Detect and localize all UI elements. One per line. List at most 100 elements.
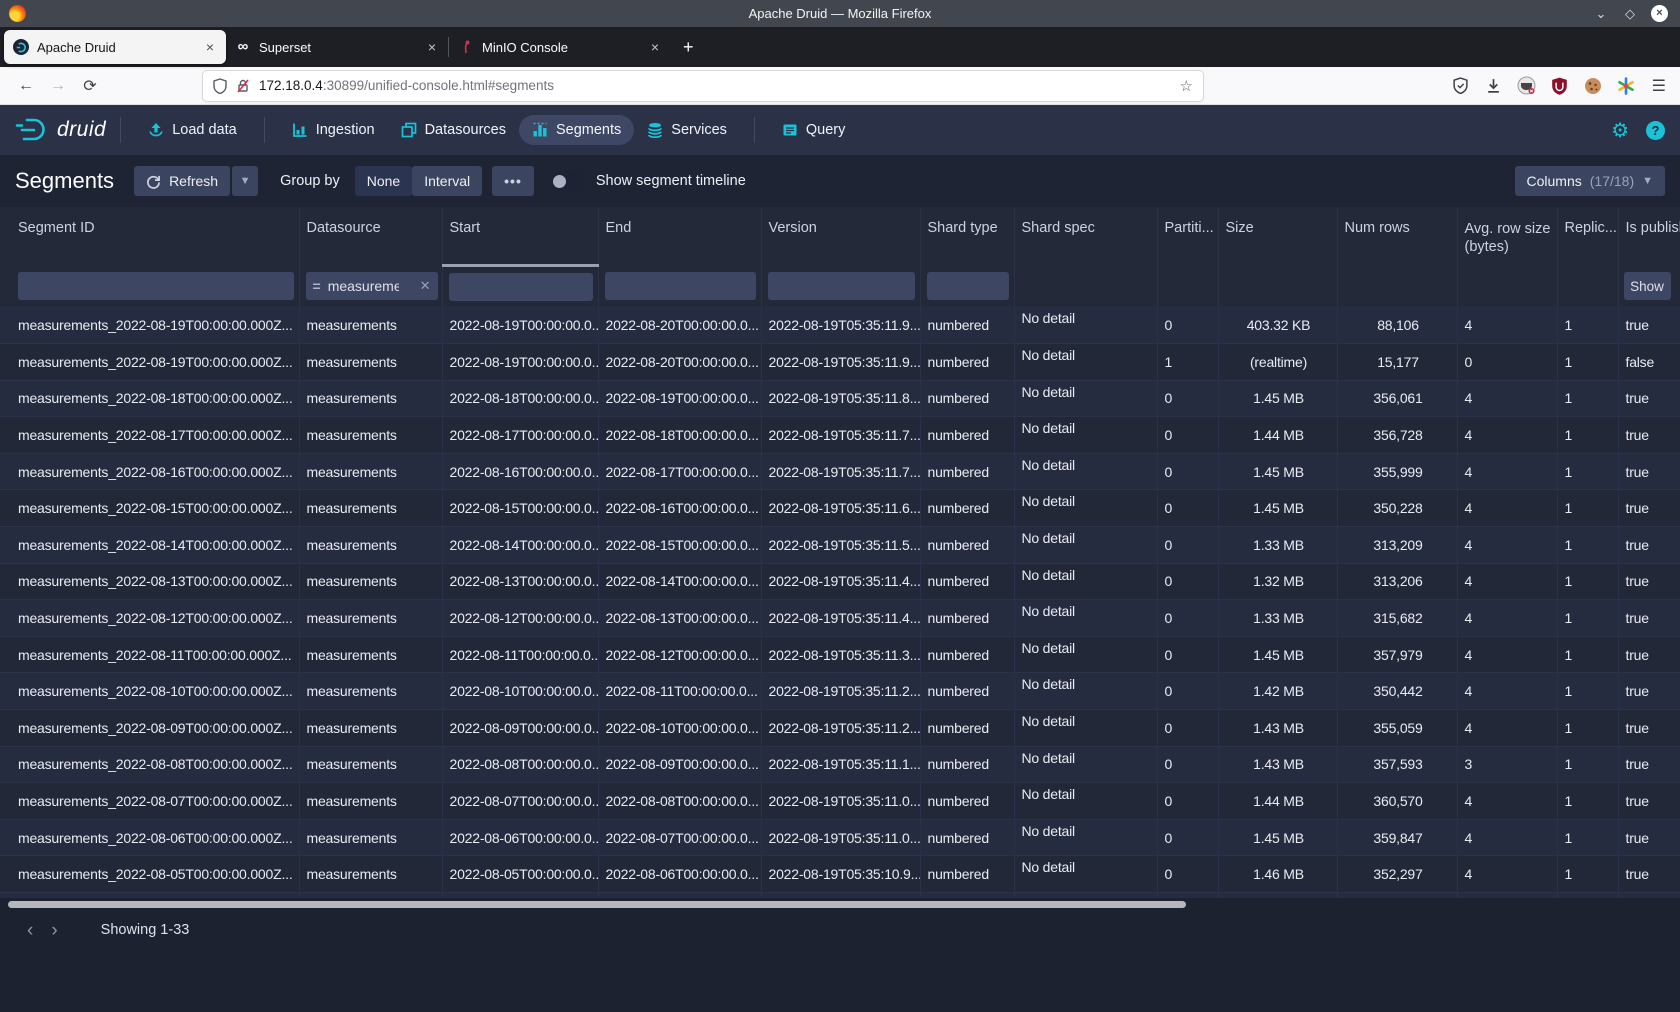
cell-start[interactable]: 2022-08-10T00:00:00.0... <box>442 673 598 710</box>
cell-replicas[interactable]: 1 <box>1557 856 1618 893</box>
filter-show-button-is-published[interactable]: Show <box>1624 272 1671 300</box>
tab-superset[interactable]: ∞ Superset × <box>226 30 448 64</box>
cell-version[interactable]: 2022-08-19T05:35:11.6... <box>761 490 920 527</box>
cell-start[interactable]: 2022-08-19T00:00:00.0... <box>442 307 598 344</box>
cell-num-rows[interactable]: 15,177 <box>1337 344 1457 381</box>
cell-version[interactable]: 2022-08-19T05:35:11.2... <box>761 673 920 710</box>
column-header-shard-type[interactable]: Shard type <box>920 207 1014 265</box>
cell-replicas[interactable]: 1 <box>1557 380 1618 417</box>
cookie-extension-icon[interactable] <box>1583 76 1603 96</box>
cell-num-rows[interactable]: 88,106 <box>1337 307 1457 344</box>
cell-segment-id[interactable]: measurements_2022-08-05T00:00:00.000Z... <box>0 856 299 893</box>
cell-version[interactable]: 2022-08-19T05:35:11.9... <box>761 307 920 344</box>
cell-is-published[interactable]: true <box>1618 563 1680 600</box>
druid-logo[interactable]: druid <box>15 117 106 143</box>
segment-timeline-toggle[interactable] <box>550 172 585 191</box>
cell-start[interactable]: 2022-08-17T00:00:00.0... <box>442 417 598 454</box>
cell-is-published[interactable]: true <box>1618 746 1680 783</box>
cell-partition[interactable]: 0 <box>1157 380 1218 417</box>
column-header-start[interactable]: Start <box>442 207 598 265</box>
cell-avg-row-size[interactable]: 0 <box>1457 344 1557 381</box>
nav-item-datasources[interactable]: Datasources <box>388 115 519 145</box>
cell-num-rows[interactable]: 313,206 <box>1337 563 1457 600</box>
cell-num-rows[interactable]: 356,061 <box>1337 380 1457 417</box>
cell-replicas[interactable]: 1 <box>1557 636 1618 673</box>
cell-shard-type[interactable]: numbered <box>920 783 1014 820</box>
cell-end[interactable]: 2022-08-09T00:00:00.0... <box>598 746 761 783</box>
cell-version[interactable]: 2022-08-19T05:35:11.3... <box>761 636 920 673</box>
cell-size[interactable]: 1.45 MB <box>1218 893 1337 899</box>
cell-end[interactable]: 2022-08-12T00:00:00.0... <box>598 636 761 673</box>
cell-end[interactable]: 2022-08-19T00:00:00.0... <box>598 380 761 417</box>
url-bar[interactable]: 172.18.0.4:30899/unified-console.html#se… <box>203 71 1203 101</box>
cell-segment-id[interactable]: measurements_2022-08-13T00:00:00.000Z... <box>0 563 299 600</box>
cell-start[interactable]: 2022-08-05T00:00:00.0... <box>442 856 598 893</box>
cell-datasource[interactable]: measurements <box>299 819 442 856</box>
cell-num-rows[interactable]: 360,570 <box>1337 783 1457 820</box>
cell-partition[interactable]: 0 <box>1157 856 1218 893</box>
cell-size[interactable]: 1.44 MB <box>1218 417 1337 454</box>
cell-end[interactable]: 2022-08-15T00:00:00.0... <box>598 527 761 564</box>
cell-shard-type[interactable]: numbered <box>920 380 1014 417</box>
cell-datasource[interactable]: measurements <box>299 417 442 454</box>
forward-button[interactable]: → <box>42 72 74 100</box>
cell-segment-id[interactable]: measurements_2022-08-09T00:00:00.000Z... <box>0 710 299 747</box>
cell-segment-id[interactable]: measurements_2022-08-19T00:00:00.000Z... <box>0 344 299 381</box>
cell-num-rows[interactable]: 313,209 <box>1337 527 1457 564</box>
cell-avg-row-size[interactable]: 4 <box>1457 490 1557 527</box>
filter-tag-datasource[interactable]: =measurements✕ <box>306 272 438 300</box>
cell-is-published[interactable]: true <box>1618 673 1680 710</box>
cell-avg-row-size[interactable]: 4 <box>1457 783 1557 820</box>
tab-close-icon[interactable]: × <box>648 39 662 55</box>
cell-avg-row-size[interactable]: 4 <box>1457 856 1557 893</box>
cell-segment-id[interactable]: measurements_2022-08-17T00:00:00.000Z... <box>0 417 299 454</box>
cell-replicas[interactable]: 1 <box>1557 417 1618 454</box>
cell-shard-type[interactable]: numbered <box>920 819 1014 856</box>
extension-asterisk-icon[interactable] <box>1616 76 1636 96</box>
downloads-icon[interactable] <box>1484 76 1504 96</box>
cell-avg-row-size[interactable]: 4 <box>1457 819 1557 856</box>
cell-shard-spec[interactable]: No detail <box>1014 563 1157 600</box>
cell-num-rows[interactable]: 357,979 <box>1337 636 1457 673</box>
cell-shard-spec[interactable]: No detail <box>1014 307 1157 344</box>
cell-segment-id[interactable]: measurements_2022-08-06T00:00:00.000Z... <box>0 819 299 856</box>
cell-end[interactable]: 2022-08-16T00:00:00.0... <box>598 490 761 527</box>
cell-avg-row-size[interactable]: 4 <box>1457 527 1557 564</box>
cell-datasource[interactable]: measurements <box>299 710 442 747</box>
cell-size[interactable]: 403.32 KB <box>1218 307 1337 344</box>
cell-start[interactable]: 2022-08-11T00:00:00.0... <box>442 636 598 673</box>
reload-button[interactable]: ⟳ <box>74 72 106 100</box>
cell-avg-row-size[interactable]: 4 <box>1457 380 1557 417</box>
ublock-origin-icon[interactable] <box>1550 76 1570 96</box>
cell-datasource[interactable]: measurements <box>299 893 442 899</box>
columns-button[interactable]: Columns (17/18) ▼ <box>1515 166 1666 196</box>
next-page-chevron-icon[interactable]: › <box>42 921 66 940</box>
cell-datasource[interactable]: measurements <box>299 636 442 673</box>
cell-segment-id[interactable]: measurements_2022-08-10T00:00:00.000Z... <box>0 673 299 710</box>
cell-shard-type[interactable]: numbered <box>920 856 1014 893</box>
cell-size[interactable]: 1.45 MB <box>1218 453 1337 490</box>
cell-datasource[interactable]: measurements <box>299 856 442 893</box>
window-maximize-button[interactable]: ◇ <box>1622 6 1638 22</box>
cell-replicas[interactable]: 1 <box>1557 819 1618 856</box>
cell-avg-row-size[interactable]: 4 <box>1457 307 1557 344</box>
cell-version[interactable]: 2022-08-19T05:35:11.9... <box>761 344 920 381</box>
refresh-interval-dropdown[interactable]: ▼ <box>232 166 258 196</box>
cell-version[interactable]: 2022-08-19T05:35:10.9... <box>761 856 920 893</box>
cell-size[interactable]: 1.45 MB <box>1218 380 1337 417</box>
cell-num-rows[interactable]: 359,847 <box>1337 819 1457 856</box>
window-minimize-button[interactable]: ⌄ <box>1593 6 1609 22</box>
cell-partition[interactable]: 0 <box>1157 819 1218 856</box>
remove-filter-icon[interactable]: ✕ <box>420 278 431 294</box>
cell-start[interactable]: 2022-08-04T00:00:00.0... <box>442 893 598 899</box>
cell-datasource[interactable]: measurements <box>299 600 442 637</box>
cell-is-published[interactable]: true <box>1618 600 1680 637</box>
cell-version[interactable]: 2022-08-19T05:35:11.4... <box>761 600 920 637</box>
cell-replicas[interactable]: 1 <box>1557 783 1618 820</box>
cell-start[interactable]: 2022-08-13T00:00:00.0... <box>442 563 598 600</box>
cell-partition[interactable]: 0 <box>1157 527 1218 564</box>
cell-shard-type[interactable]: numbered <box>920 563 1014 600</box>
refresh-button[interactable]: Refresh <box>134 166 230 196</box>
cell-segment-id[interactable]: measurements_2022-08-18T00:00:00.000Z... <box>0 380 299 417</box>
column-header-partition[interactable]: Partiti... <box>1157 207 1218 265</box>
